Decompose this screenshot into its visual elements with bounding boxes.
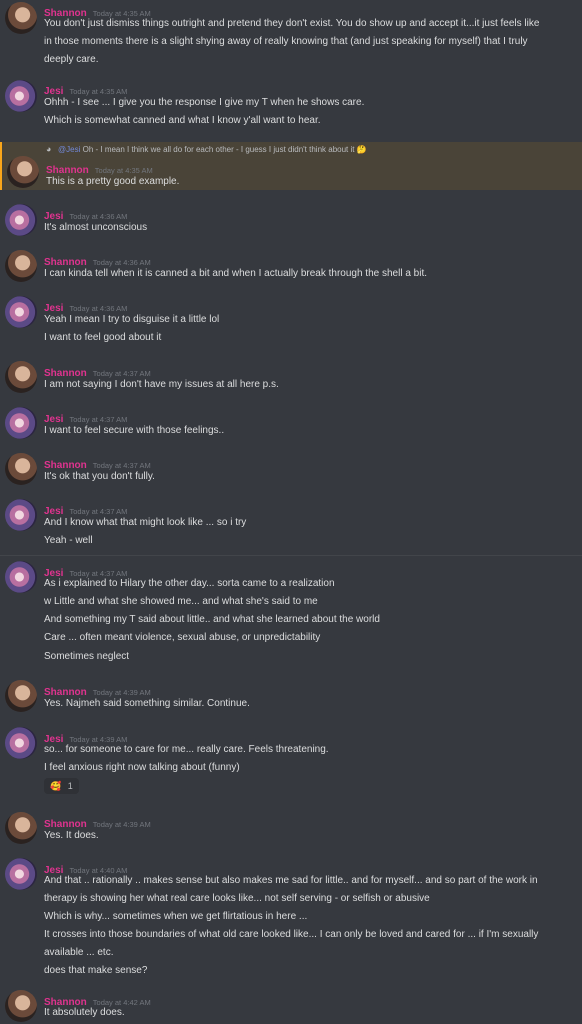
timestamp: Today at 4:37 AM	[69, 415, 128, 424]
message-group: Shannon Today at 4:39 AM Yes. It does.	[0, 812, 582, 848]
message-text: As i explained to Hilary the other day..…	[44, 578, 335, 589]
message-group: Jesi Today at 4:40 AM And that .. rationa…	[0, 858, 582, 980]
message-group: Jesi Today at 4:37 AM I want to feel secu…	[0, 407, 582, 443]
reply-mention[interactable]: @Jesi	[58, 145, 80, 154]
message-group: Jesi Today at 4:39 AM so... for someone t…	[0, 727, 582, 799]
smiling-hearts-emoji-icon: 🥰	[50, 781, 62, 791]
message-text: It crosses into those boundaries of what…	[44, 929, 539, 940]
message-text: Care ... often meant violence, sexual ab…	[44, 632, 321, 643]
jesi-avatar[interactable]	[5, 499, 37, 531]
timestamp: Today at 4:37 AM	[92, 461, 151, 470]
timestamp: Today at 4:35 AM	[94, 166, 153, 175]
message-group: Shannon Today at 4:39 AM Yes. Najmeh said…	[0, 680, 582, 716]
jesi-avatar[interactable]	[5, 727, 37, 759]
message-group: Shannon Today at 4:36 AM I can kinda tell…	[0, 250, 582, 286]
message-text: This is a pretty good example.	[46, 176, 180, 187]
shannon-avatar[interactable]	[5, 2, 37, 34]
message-group: Shannon Today at 4:37 AM I am not saying …	[0, 361, 582, 397]
message-text: w Little and what she showed me... and w…	[44, 596, 318, 607]
message-group: Shannon Today at 4:35 AM You don't just d…	[0, 0, 582, 72]
message-text: I feel anxious right now talking about (…	[44, 762, 240, 773]
message-text: does that make sense?	[44, 965, 148, 976]
jesi-avatar[interactable]	[5, 204, 37, 236]
message-text: Yes. Najmeh said something similar. Cont…	[44, 698, 250, 709]
jesi-avatar[interactable]	[5, 80, 37, 112]
message-text: And that .. rationally .. makes sense bu…	[44, 875, 538, 886]
message-text: It's almost unconscious	[44, 222, 148, 233]
reaction-button[interactable]: 🥰 1	[44, 778, 79, 794]
message-group: Jesi Today at 4:37 AM And I know what tha…	[0, 499, 582, 551]
reply-text: Oh - I mean I think we all do for each o…	[82, 145, 355, 154]
jesi-avatar[interactable]	[5, 296, 37, 328]
message-text: Which is why... sometimes when we get fl…	[44, 911, 308, 922]
shannon-avatar[interactable]	[5, 680, 37, 712]
message-text: It absolutely does.	[44, 1007, 125, 1018]
timestamp: Today at 4:39 AM	[92, 688, 151, 697]
message-text: I can kinda tell when it is canned a bit…	[44, 268, 428, 279]
reaction-count: 1	[67, 781, 73, 791]
message-group-highlighted: ◕ @Jesi Oh - I mean I think we all do for…	[0, 142, 582, 190]
message-text: I want to feel secure with those feeling…	[44, 425, 225, 436]
jesi-avatar[interactable]	[5, 407, 37, 439]
message-text: I want to feel good about it	[44, 332, 162, 343]
message-text: deeply care.	[44, 54, 99, 65]
thinking-emoji-icon: 🤔	[356, 145, 367, 154]
message-text: Yes. It does.	[44, 830, 99, 841]
reply-avatar-icon: ◕	[46, 144, 52, 154]
message-text: Yeah - well	[44, 535, 93, 546]
shannon-avatar[interactable]	[7, 156, 39, 188]
message-divider	[0, 555, 582, 556]
message-text: in those moments there is a slight shyin…	[44, 36, 528, 47]
message-group: Shannon Today at 4:42 AM It absolutely do…	[0, 990, 582, 1024]
message-text: And something my T said about little.. a…	[44, 614, 380, 625]
timestamp: Today at 4:36 AM	[69, 212, 128, 221]
message-text: It's ok that you don't fully.	[44, 471, 155, 482]
message-text: And I know what that might look like ...…	[44, 517, 247, 528]
shannon-avatar[interactable]	[5, 361, 37, 393]
message-text: You don't just dismiss things outright a…	[44, 18, 540, 29]
message-text: so... for someone to care for me... real…	[44, 744, 329, 755]
reply-preview[interactable]: ◕ @Jesi Oh - I mean I think we all do for…	[46, 144, 367, 154]
timestamp: Today at 4:39 AM	[92, 820, 151, 829]
shannon-avatar[interactable]	[5, 453, 37, 485]
timestamp: Today at 4:36 AM	[92, 258, 151, 267]
shannon-avatar[interactable]	[5, 250, 37, 282]
jesi-avatar[interactable]	[5, 561, 37, 593]
message-group: Jesi Today at 4:36 AM It's almost unconsc…	[0, 204, 582, 240]
timestamp: Today at 4:37 AM	[92, 369, 151, 378]
message-group: Jesi Today at 4:36 AM Yeah I mean I try t…	[0, 296, 582, 348]
message-text: available ... etc.	[44, 947, 114, 958]
timestamp: Today at 4:35 AM	[69, 87, 128, 96]
shannon-avatar[interactable]	[5, 812, 37, 844]
jesi-avatar[interactable]	[5, 858, 37, 890]
message-text: I am not saying I don't have my issues a…	[44, 379, 279, 390]
message-text: therapy is showing her what real care lo…	[44, 893, 430, 904]
message-text: Ohhh - I see ... I give you the response…	[44, 97, 365, 108]
message-text: Which is somewhat canned and what I know…	[44, 115, 321, 126]
shannon-avatar[interactable]	[5, 990, 37, 1022]
timestamp: Today at 4:36 AM	[69, 304, 128, 313]
message-text: Sometimes neglect	[44, 651, 130, 662]
timestamp: Today at 4:37 AM	[69, 507, 128, 516]
message-text: Yeah I mean I try to disguise it a littl…	[44, 314, 220, 325]
message-group: Shannon Today at 4:37 AM It's ok that you…	[0, 453, 582, 489]
message-group: Jesi Today at 4:37 AM As i explained to H…	[0, 561, 582, 669]
message-group: Jesi Today at 4:35 AM Ohhh - I see ... I …	[0, 78, 582, 136]
